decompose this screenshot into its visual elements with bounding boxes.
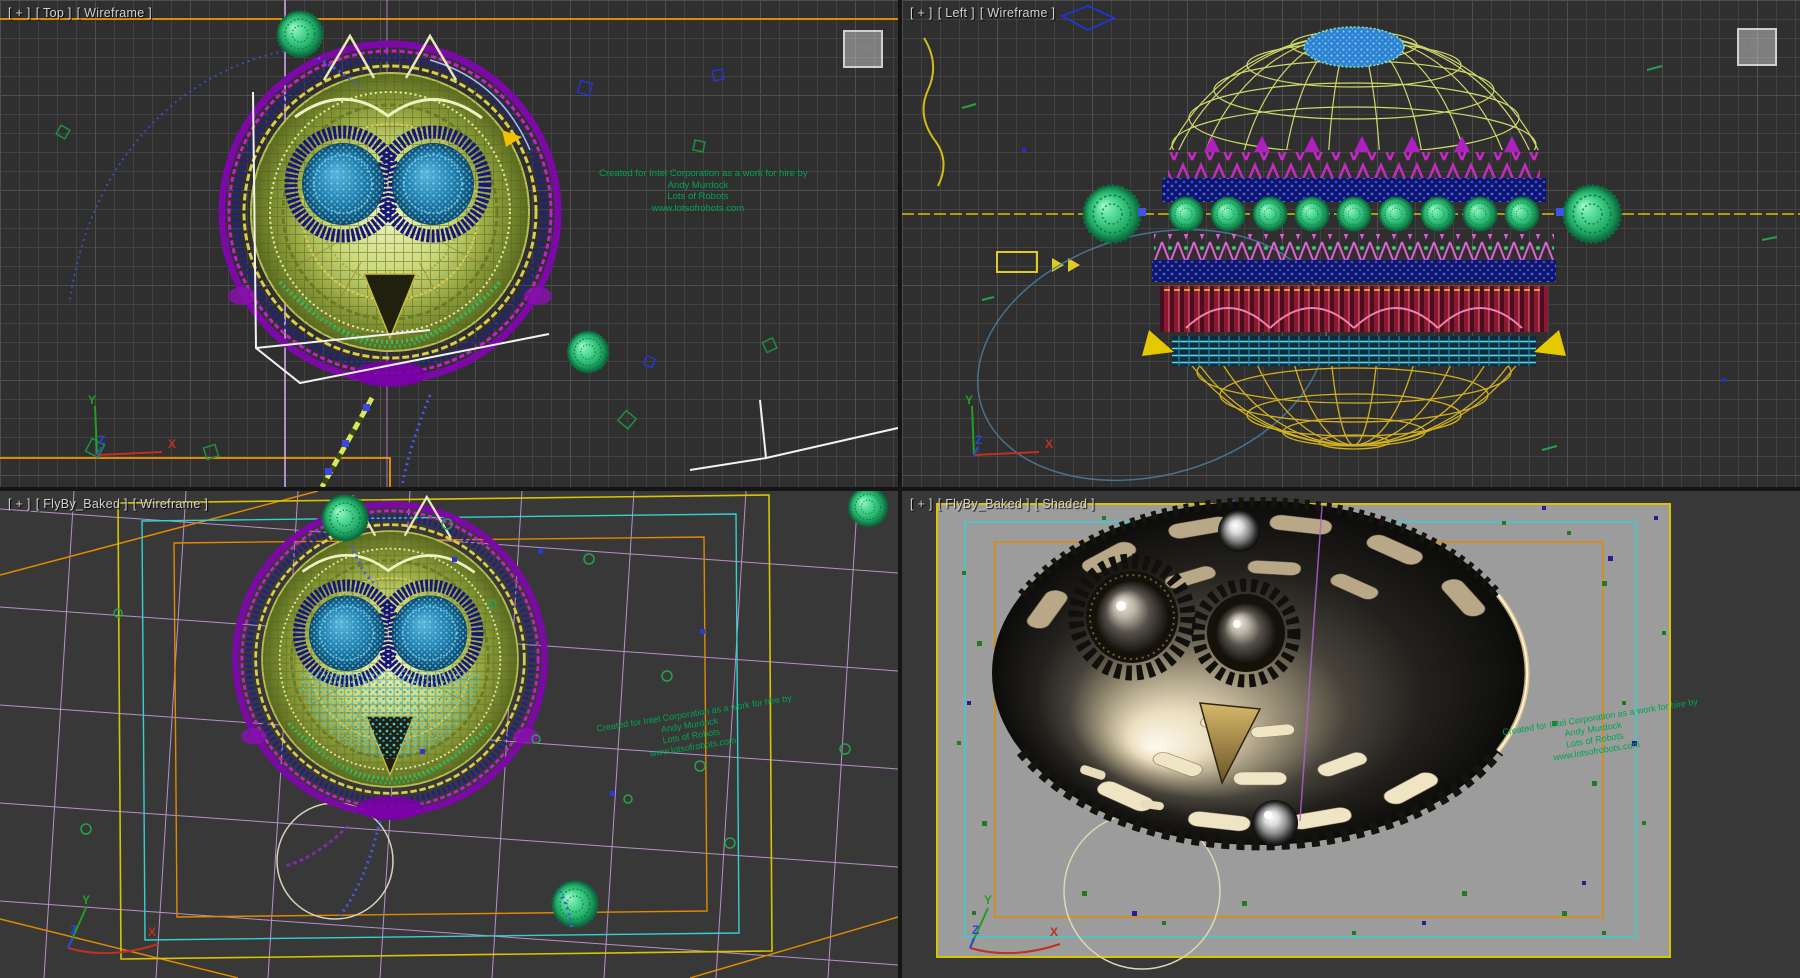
axis-tripod: Y X Z bbox=[20, 886, 170, 966]
axis-x-label: X bbox=[168, 437, 176, 451]
viewport-view-label[interactable]: [ FlyBy_Baked ] bbox=[938, 497, 1030, 511]
tween-sphere[interactable] bbox=[1083, 185, 1141, 243]
tween-sphere[interactable] bbox=[552, 881, 598, 927]
axis-z-label: Z bbox=[975, 433, 982, 447]
yellow-arrow-marker bbox=[1142, 330, 1174, 356]
tween-sphere[interactable] bbox=[567, 331, 608, 372]
viewport-view-label[interactable]: [ FlyBy_Baked ] bbox=[36, 497, 128, 511]
axis-x-label: X bbox=[1045, 437, 1053, 451]
owl-ship-shaded[interactable] bbox=[992, 501, 1528, 845]
axis-x-label: X bbox=[148, 925, 156, 939]
viewport-shading-label[interactable]: [ Wireframe ] bbox=[133, 497, 208, 511]
scene-helper-blue bbox=[1062, 6, 1114, 30]
chrome-sphere[interactable] bbox=[1252, 800, 1298, 846]
viewport-shading-label[interactable]: [ Shaded ] bbox=[1035, 497, 1095, 511]
watermark-text: Created for Intel Corporation as a work … bbox=[599, 168, 797, 214]
axis-z-label: Z bbox=[98, 433, 105, 447]
viewcube[interactable]: LEFT bbox=[1737, 28, 1777, 66]
axis-y-label: Y bbox=[88, 393, 96, 407]
ghost-circle bbox=[277, 803, 393, 919]
tween-sphere[interactable] bbox=[1563, 185, 1621, 243]
viewport-shading-label[interactable]: [ Wireframe ] bbox=[77, 6, 152, 20]
spline-yellow-wavy bbox=[924, 38, 944, 186]
viewport-view-label[interactable]: [ Left ] bbox=[938, 6, 975, 20]
viewcube-face-label: LEFT bbox=[1744, 42, 1771, 52]
viewport-camera-shaded[interactable]: [ + ] [ FlyBy_Baked ] [ Shaded ] Created… bbox=[902, 491, 1800, 978]
axis-tripod: Y X Z bbox=[947, 392, 1077, 472]
thruster-spheres-row bbox=[1169, 197, 1539, 231]
viewport-label-camera-wireframe: [ + ] [ FlyBy_Baked ] [ Wireframe ] bbox=[8, 497, 208, 511]
tween-sphere[interactable] bbox=[322, 495, 368, 541]
viewport-label-camera-shaded: [ + ] [ FlyBy_Baked ] [ Shaded ] bbox=[910, 497, 1095, 511]
viewport-menu-button[interactable]: [ + ] bbox=[910, 497, 933, 511]
axis-x-label: X bbox=[1050, 925, 1058, 939]
viewport-top[interactable]: [ + ] [ Top ] [ Wireframe ] TOP Created … bbox=[0, 0, 898, 487]
axis-y-label: Y bbox=[965, 393, 973, 407]
viewport-left[interactable]: [ + ] [ Left ] [ Wireframe ] LEFT Y X Z bbox=[902, 0, 1800, 487]
viewcube[interactable]: TOP bbox=[843, 30, 883, 68]
viewport-menu-button[interactable]: [ + ] bbox=[8, 497, 31, 511]
viewport-menu-button[interactable]: [ + ] bbox=[910, 6, 933, 20]
viewport-menu-button[interactable]: [ + ] bbox=[8, 6, 31, 20]
viewport-layout-2x2: [ + ] [ Top ] [ Wireframe ] TOP Created … bbox=[0, 0, 1800, 978]
viewport-view-label[interactable]: [ Top ] bbox=[36, 6, 72, 20]
viewport-shading-label[interactable]: [ Wireframe ] bbox=[980, 6, 1055, 20]
viewport-label-left: [ + ] [ Left ] [ Wireframe ] bbox=[910, 6, 1055, 20]
yellow-arrow-marker bbox=[1534, 330, 1566, 356]
owl-ship-side-wireframe[interactable] bbox=[1149, 27, 1559, 449]
axis-tripod: Y X Z bbox=[70, 392, 200, 472]
axis-y-label: Y bbox=[82, 893, 90, 907]
tween-sphere[interactable] bbox=[277, 11, 323, 57]
chrome-sphere[interactable] bbox=[1218, 510, 1260, 552]
viewport-label-top: [ + ] [ Top ] [ Wireframe ] bbox=[8, 6, 152, 20]
machinery-bands bbox=[1152, 136, 1556, 366]
scene-helper-blue bbox=[578, 69, 724, 367]
axis-tripod: Y X Z bbox=[922, 886, 1072, 966]
viewcube-face-label: TOP bbox=[852, 44, 873, 54]
axis-y-label: Y bbox=[984, 893, 992, 907]
camera-gizmo-yellow[interactable] bbox=[997, 252, 1037, 272]
axis-z-label: Z bbox=[70, 923, 77, 937]
owl-ship-wireframe[interactable] bbox=[235, 497, 544, 820]
tween-sphere[interactable] bbox=[848, 491, 887, 527]
axis-z-label: Z bbox=[972, 923, 979, 937]
viewport-camera-wireframe[interactable]: [ + ] [ FlyBy_Baked ] [ Wireframe ] Crea… bbox=[0, 491, 898, 978]
